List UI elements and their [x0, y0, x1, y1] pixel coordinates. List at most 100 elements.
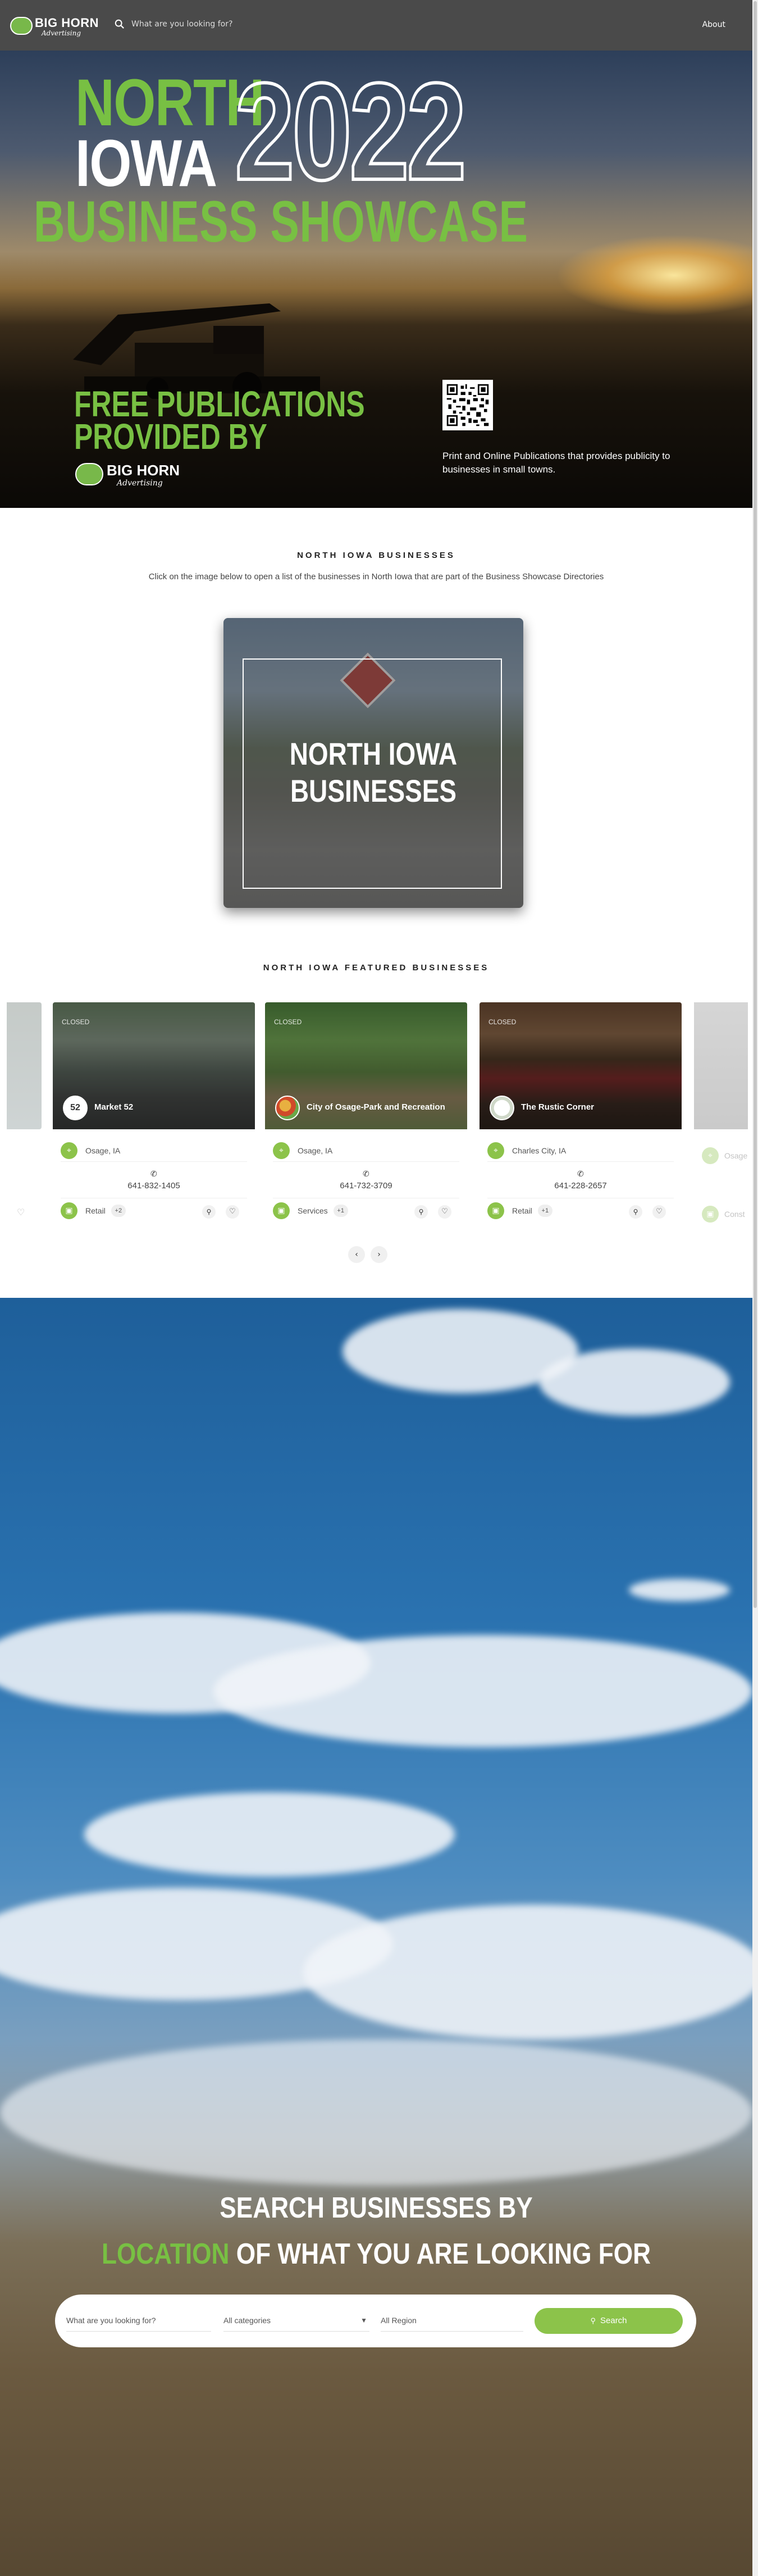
card-location-row: ⌖ Osage, IA [273, 1139, 459, 1162]
card-avatar [275, 1096, 300, 1120]
peek-category: Const [724, 1210, 745, 1219]
hero-logo-name: BIG HORN [107, 462, 180, 479]
hero-free-line1: FREE PUBLICATIONS [74, 384, 365, 424]
card-avatar: 52 [63, 1096, 88, 1120]
carousel-next-card-peek: ⌖ Osage ▣ Const [694, 1002, 748, 1232]
card-location: Osage, IA [85, 1146, 121, 1155]
search-heading-highlight: LOCATION [101, 2238, 230, 2270]
card-category-row: ▣ Retail +2 ⚲ ♡ [61, 1198, 247, 1223]
category-icon: ▣ [273, 1202, 290, 1219]
card-category[interactable]: Services [298, 1206, 328, 1215]
search-icon: ⚲ [590, 2316, 596, 2325]
category-select[interactable]: All categories ▼ [223, 2309, 369, 2332]
card-phone[interactable]: 641-228-2657 [480, 1181, 682, 1191]
nav-about-link[interactable]: About [702, 20, 725, 29]
card-category-row: ▣ Services +1 ⚲ ♡ [273, 1198, 459, 1223]
businesses-section-title: NORTH IOWA BUSINESSES [297, 551, 455, 560]
heart-icon[interactable]: ♡ [17, 1207, 25, 1217]
hero-logo-badge-icon [75, 463, 103, 485]
card-location: Charles City, IA [512, 1146, 567, 1155]
page-scrollbar[interactable] [752, 0, 758, 2576]
region-select-value: All Region [381, 2316, 417, 2325]
heart-icon[interactable]: ♡ [438, 1205, 451, 1219]
search-hero-background [0, 1298, 752, 2576]
card-more-categories[interactable]: +1 [537, 1204, 552, 1217]
heart-icon[interactable]: ♡ [652, 1205, 666, 1219]
card-label-line2: BUSINESSES [290, 773, 457, 808]
cloud-decoration [539, 1348, 730, 1416]
featured-card-rustic-corner[interactable]: CLOSED The Rustic Corner ⌖ Charles City,… [480, 1002, 682, 1232]
card-phone[interactable]: 641-732-3709 [265, 1181, 467, 1191]
card-title[interactable]: Market 52 [94, 1102, 133, 1112]
hero-bighorn-logo: BIG HORN Advertising [75, 460, 182, 491]
zoom-icon[interactable]: ⚲ [629, 1205, 642, 1219]
category-select-value: All categories [223, 2316, 271, 2325]
peek-location-row: ⌖ Osage [702, 1147, 747, 1164]
search-heading-line1: SEARCH BUSINESSES BY [220, 2192, 533, 2224]
peek-photo [694, 1002, 748, 1129]
logo-subtitle: Advertising [42, 29, 81, 37]
search-button-label: Search [600, 2316, 627, 2325]
card-more-categories[interactable]: +1 [333, 1204, 348, 1217]
qr-code-icon [442, 380, 493, 430]
carousel-next-button[interactable]: › [371, 1246, 387, 1263]
site-logo[interactable]: BIG HORN Advertising [10, 15, 106, 37]
carousel-prev-button[interactable]: ‹ [348, 1246, 365, 1263]
hero-business-showcase: BUSINESS SHOWCASE [34, 189, 528, 255]
cloud-decoration [84, 1792, 455, 1877]
peek-location: Osage [724, 1151, 748, 1160]
scrollbar-thumb[interactable] [754, 1, 757, 1608]
region-select[interactable]: All Region [381, 2309, 523, 2332]
keyword-input-placeholder: What are you looking for? [66, 2316, 156, 2325]
featured-card-market-52[interactable]: CLOSED 52 Market 52 ⌖ Osage, IA ✆ 641-83… [53, 1002, 255, 1232]
zoom-icon[interactable]: ⚲ [414, 1205, 428, 1219]
card-category[interactable]: Retail [85, 1206, 106, 1215]
card-more-categories[interactable]: +2 [111, 1204, 126, 1217]
card-category-row: ▣ Retail +1 ⚲ ♡ [487, 1198, 674, 1223]
hero-banner: NORTH IOWA 2022 BUSINESS SHOWCASE FREE P… [0, 51, 752, 508]
location-pin-icon: ⌖ [273, 1142, 290, 1159]
hero-iowa: IOWA [75, 126, 217, 201]
hero-year: 2022 [234, 54, 468, 209]
businesses-section-description: Click on the image below to open a list … [148, 572, 604, 581]
card-title[interactable]: The Rustic Corner [521, 1102, 594, 1112]
card-category[interactable]: Retail [512, 1206, 532, 1215]
cloud-decoration [303, 1905, 752, 2039]
card-title[interactable]: City of Osage-Park and Recreation [307, 1102, 445, 1112]
peek-category-row: ▣ Const [702, 1206, 745, 1223]
location-pin-icon: ⌖ [487, 1142, 504, 1159]
featured-section-title: NORTH IOWA FEATURED BUSINESSES [263, 963, 490, 973]
heart-icon[interactable]: ♡ [226, 1205, 239, 1219]
category-icon: ▣ [702, 1206, 719, 1223]
caret-down-icon: ▼ [360, 2316, 367, 2324]
qr-description: Print and Online Publications that provi… [442, 451, 670, 475]
card-avatar-text: 52 [70, 1103, 80, 1112]
cloud-decoration [629, 1579, 730, 1601]
keyword-input[interactable]: What are you looking for? [66, 2309, 211, 2332]
card-avatar [490, 1096, 514, 1120]
search-heading-rest: OF WHAT YOU ARE LOOKING FOR [229, 2238, 651, 2270]
header-search-placeholder[interactable]: What are you looking for? [131, 20, 232, 29]
north-iowa-businesses-card[interactable]: NORTH IOWA BUSINESSES [223, 618, 523, 908]
featured-card-osage-parks[interactable]: CLOSED City of Osage-Park and Recreation… [265, 1002, 467, 1232]
search-heading-line2: LOCATION OF WHAT YOU ARE LOOKING FOR [57, 2237, 696, 2271]
closed-badge: CLOSED [62, 1018, 90, 1026]
search-button[interactable]: ⚲ Search [535, 2308, 683, 2334]
logo-badge-icon [10, 17, 33, 35]
site-header: BIG HORN Advertising What are you lookin… [0, 0, 752, 51]
location-pin-icon: ⌖ [702, 1147, 719, 1164]
header-search[interactable]: What are you looking for? [115, 19, 232, 29]
cloud-decoration [213, 1635, 752, 1747]
phone-icon: ✆ [150, 1170, 157, 1179]
search-icon [115, 19, 124, 29]
hero-free-publications: FREE PUBLICATIONS PROVIDED BY [74, 384, 365, 455]
closed-badge: CLOSED [274, 1018, 302, 1026]
carousel-prev-card-peek [7, 1002, 42, 1129]
category-icon: ▣ [61, 1202, 77, 1219]
card-location-row: ⌖ Charles City, IA [487, 1139, 674, 1162]
card-phone[interactable]: 641-832-1405 [53, 1181, 255, 1191]
zoom-icon[interactable]: ⚲ [202, 1205, 216, 1219]
hero-title: NORTH IOWA 2022 BUSINESS SHOWCASE FREE P… [0, 51, 752, 508]
location-pin-icon: ⌖ [61, 1142, 77, 1159]
phone-icon: ✆ [577, 1170, 584, 1179]
